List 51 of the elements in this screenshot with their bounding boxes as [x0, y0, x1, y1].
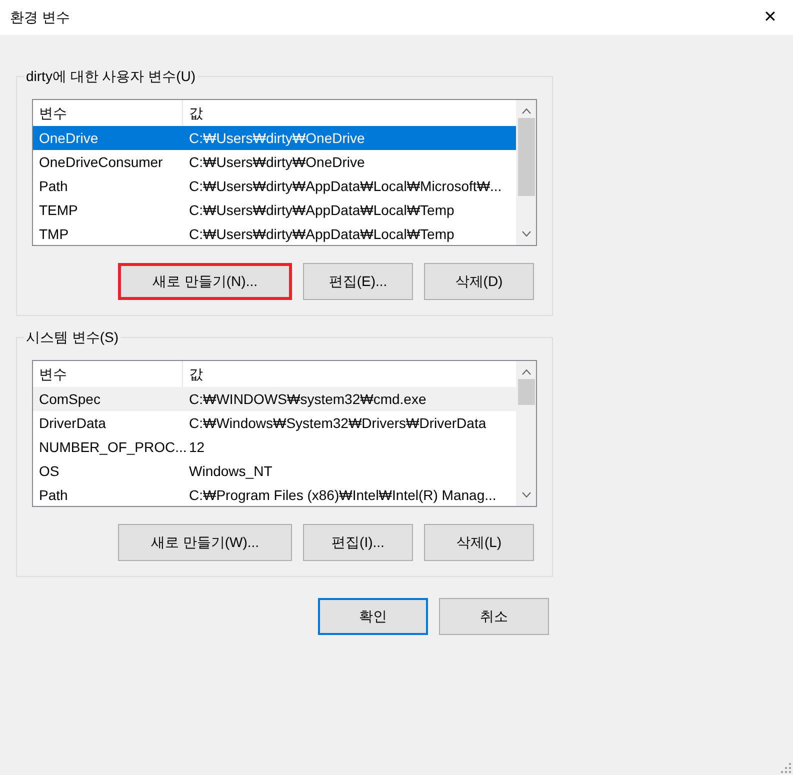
variable-name: DriverData	[38, 414, 107, 432]
scroll-up-icon[interactable]	[522, 108, 530, 114]
list-row[interactable]: OS Windows_NT	[33, 459, 516, 483]
list-row[interactable]: OneDriveConsumer C:₩Users₩dirty₩OneDrive	[33, 150, 516, 174]
list-row[interactable]: ComSpec C:₩WINDOWS₩system32₩cmd.exe	[33, 387, 516, 411]
action-button[interactable]: 새로 만들기(W)...	[118, 524, 292, 561]
ok-button[interactable]: 확인	[318, 598, 428, 635]
scrollbar-thumb[interactable]	[518, 118, 534, 196]
variable-name: OneDriveConsumer	[38, 152, 164, 172]
scroll-down-icon[interactable]	[522, 492, 530, 498]
variable-name: OS	[38, 462, 60, 480]
variable-value: C:₩Users₩dirty₩AppData₩Local₩Microsoft₩...	[188, 176, 502, 196]
list-row[interactable]: DriverData C:₩Windows₩System32₩Drivers₩DriverData	[33, 411, 516, 435]
action-button[interactable]: 새로 만들기(N)...	[118, 263, 292, 300]
variable-value: C:₩WINDOWS₩system32₩cmd.exe	[188, 390, 426, 409]
variable-name: ComSpec	[38, 390, 102, 409]
list-row[interactable]: Path C:₩Users₩dirty₩AppData₩Local₩Microsoft₩...	[33, 174, 516, 198]
scrollbar[interactable]	[516, 361, 536, 506]
variable-name: TMP	[38, 224, 70, 244]
variable-name: OneDrive	[38, 128, 100, 148]
action-button[interactable]: 삭제(D)	[424, 263, 534, 300]
column-header[interactable]: 값	[183, 361, 516, 387]
variable-value: C:₩Users₩dirty₩AppData₩Local₩Temp	[188, 200, 454, 220]
close-button[interactable]: ✕	[747, 0, 793, 35]
column-header[interactable]: 값	[183, 100, 516, 126]
list-row[interactable]: NUMBER_OF_PROC...12	[33, 435, 516, 459]
action-button[interactable]: 편집(E)...	[303, 263, 413, 300]
action-button[interactable]: 편집(I)...	[303, 524, 413, 561]
list-row[interactable]: Path C:₩Program Files (x86)₩Intel₩Intel(R) Manag...	[33, 483, 516, 506]
variable-value: Windows_NT	[188, 462, 272, 481]
variable-value: C:₩Program Files (x86)₩Intel₩Intel(R) Manag...	[188, 486, 496, 505]
list-row[interactable]: OneDrive C:₩Users₩dirty₩OneDrive	[33, 126, 516, 150]
scroll-down-icon[interactable]	[522, 231, 530, 237]
list-row[interactable]: TEMP C:₩Users₩dirty₩AppData₩Local₩Temp	[33, 198, 516, 222]
scrollbar-thumb[interactable]	[518, 379, 534, 405]
variable-value: C:₩Users₩dirty₩AppData₩Local₩Temp	[188, 224, 454, 244]
list-row[interactable]: TMP C:₩Users₩dirty₩AppData₩Local₩Temp	[33, 222, 516, 245]
scrollbar[interactable]	[516, 100, 536, 245]
cancel-button[interactable]: 취소	[439, 598, 549, 635]
scroll-up-icon[interactable]	[522, 369, 530, 375]
variable-name: Path	[38, 176, 69, 196]
variable-value: 12	[188, 438, 205, 456]
variable-name: TEMP	[38, 200, 79, 220]
window-title: 환경 변수	[10, 8, 70, 27]
variable-value: C:₩Users₩dirty₩OneDrive	[188, 128, 365, 148]
resize-grip-icon[interactable]	[780, 762, 791, 773]
variable-value: C:₩Windows₩System32₩Drivers₩DriverData	[188, 414, 486, 433]
variable-name: NUMBER_OF_PROC...	[38, 438, 183, 457]
action-button[interactable]: 삭제(L)	[424, 524, 534, 561]
variable-name: Path	[38, 486, 69, 504]
variable-value: C:₩Users₩dirty₩OneDrive	[188, 152, 365, 172]
